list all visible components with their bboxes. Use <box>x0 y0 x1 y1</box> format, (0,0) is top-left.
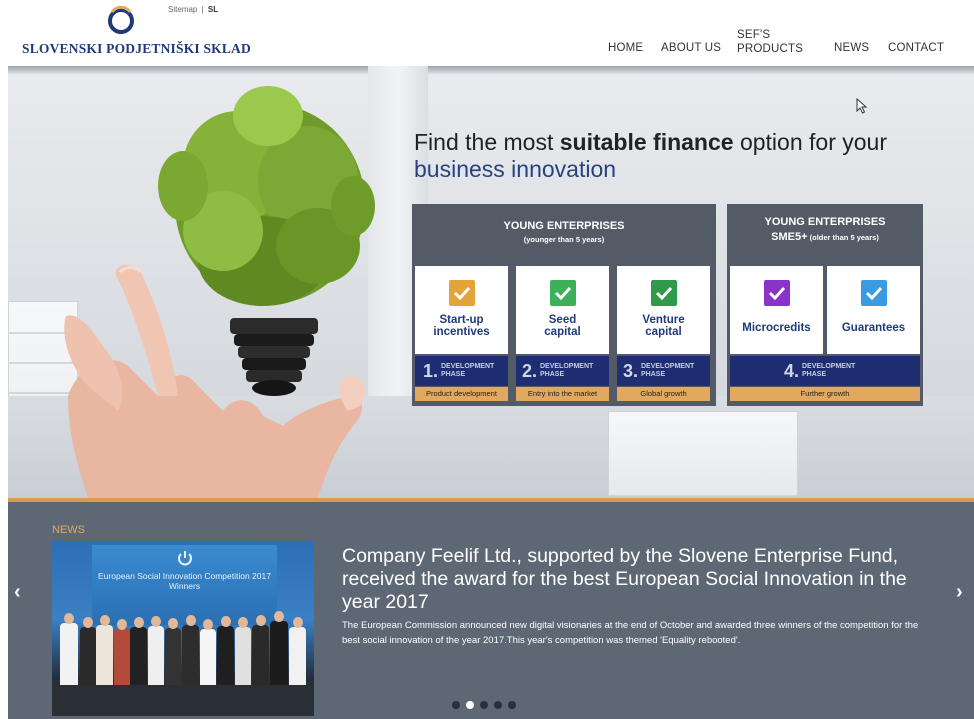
checkbox-icon <box>651 280 677 306</box>
sitemap-link[interactable]: Sitemap <box>168 5 197 14</box>
phase-label: DEVELOPMENT PHASE <box>641 363 695 378</box>
news-body: The European Commission announced new di… <box>342 620 919 646</box>
phase-number: 4. <box>784 361 800 381</box>
hand-illustration <box>64 264 365 498</box>
power-icon <box>178 551 192 566</box>
bulb-base-illustration <box>230 318 318 396</box>
group1-heading: YOUNG ENTERPRISES <box>503 220 625 232</box>
hero-title-part1: Find the most <box>414 129 560 155</box>
carousel-dot[interactable] <box>480 701 488 709</box>
hero-title-bold: suitable finance <box>559 129 734 155</box>
nav-contact[interactable]: CONTACT <box>888 42 944 54</box>
photo-stage-floor <box>52 681 314 716</box>
young-enterprises-group: YOUNG ENTERPRISES (younger than 5 years)… <box>412 204 716 406</box>
utility-separator: | <box>201 5 204 14</box>
mouse-cursor-icon <box>856 98 868 114</box>
card-venture-capital[interactable]: Venture capital <box>617 266 710 354</box>
site-header: SLOVENSKI PODJETNIŠKI SKLAD Sitemap | SL… <box>0 0 974 66</box>
nav-sefs-products-line1: SEF'S <box>737 29 771 41</box>
checkbox-icon <box>550 280 576 306</box>
news-carousel: NEWS European Social Innovation Competit… <box>8 502 974 719</box>
phase-3: 3. DEVELOPMENT PHASE <box>617 356 710 386</box>
carousel-next-arrow-icon[interactable]: › <box>956 581 963 604</box>
phase-label: DEVELOPMENT PHASE <box>441 363 495 378</box>
group2-title: YOUNG ENTERPRISES SME5+ (older than 5 ye… <box>727 216 923 244</box>
card-label: Guarantees <box>841 322 906 334</box>
background-doorway <box>608 411 798 496</box>
hero-title-line1: Find the most suitable finance option fo… <box>414 129 887 156</box>
stage-entry-into-market: Entry into the market <box>516 387 609 401</box>
group2-subtitle: SME5+ (older than 5 years) <box>771 231 879 243</box>
group1-subtitle: (younger than 5 years) <box>523 235 605 244</box>
card-label: Venture capital <box>642 314 685 338</box>
stage-further-growth: Further growth <box>730 387 920 401</box>
hero-title: Find the most suitable finance option fo… <box>414 129 887 183</box>
card-microcredits[interactable]: Microcredits <box>730 266 823 354</box>
checkbox-icon <box>449 280 475 306</box>
phase-1: 1. DEVELOPMENT PHASE <box>415 356 508 386</box>
utility-links: Sitemap | SL <box>168 5 218 14</box>
phase-label: DEVELOPMENT PHASE <box>802 363 856 378</box>
phase-2: 2. DEVELOPMENT PHASE <box>516 356 609 386</box>
nav-about-us[interactable]: ABOUT US <box>661 42 721 54</box>
card-label: Start-up incentives <box>433 314 490 338</box>
phase-label: DEVELOPMENT PHASE <box>540 363 594 378</box>
foliage-illustration <box>158 86 375 306</box>
hand-bulb-illustration <box>64 86 375 498</box>
logo-icon[interactable] <box>108 6 134 34</box>
card-label: Seed capital <box>544 314 581 338</box>
card-start-up-incentives[interactable]: Start-up incentives <box>415 266 508 354</box>
carousel-prev-arrow-icon[interactable]: ‹ <box>14 581 21 604</box>
phase-number: 2. <box>522 361 538 381</box>
carousel-dot[interactable] <box>494 701 502 709</box>
carousel-pagination <box>452 696 522 709</box>
photo-projection-screen: European Social Innovation Competition 2… <box>92 545 277 625</box>
stage-product-development: Product development <box>415 387 508 401</box>
card-guarantees[interactable]: Guarantees <box>827 266 920 354</box>
news-section-label: NEWS <box>52 524 85 536</box>
phase-number: 1. <box>423 361 439 381</box>
hero-banner: Find the most suitable finance option fo… <box>8 66 974 498</box>
page: SLOVENSKI PODJETNIŠKI SKLAD Sitemap | SL… <box>0 0 974 719</box>
group2-heading: YOUNG ENTERPRISES <box>764 216 886 228</box>
nav-sefs-products[interactable]: SEF'S PRODUCTS <box>737 28 803 56</box>
card-label: Microcredits <box>742 322 811 334</box>
photo-screen-caption: European Social Innovation Competition 2… <box>98 571 271 591</box>
carousel-dot[interactable] <box>508 701 516 709</box>
nav-home[interactable]: HOME <box>608 42 643 54</box>
card-seed-capital[interactable]: Seed capital <box>516 266 609 354</box>
logo-text[interactable]: SLOVENSKI PODJETNIŠKI SKLAD <box>22 41 251 57</box>
carousel-dot[interactable] <box>452 701 460 709</box>
hero-title-part2: option for your <box>733 129 887 155</box>
nav-news[interactable]: NEWS <box>834 42 869 54</box>
phase-number: 3. <box>623 361 639 381</box>
checkbox-icon <box>764 280 790 306</box>
hero-title-line2: business innovation <box>414 156 617 182</box>
nav-sefs-products-line2: PRODUCTS <box>737 43 804 55</box>
checkbox-icon <box>861 280 887 306</box>
news-photo[interactable]: European Social Innovation Competition 2… <box>52 541 314 716</box>
stage-global-growth: Global growth <box>617 387 710 401</box>
news-headline[interactable]: Company Feelif Ltd., supported by the Sl… <box>342 545 942 614</box>
group1-title: YOUNG ENTERPRISES (younger than 5 years) <box>412 220 716 246</box>
phase-4: 4. DEVELOPMENT PHASE <box>730 356 920 386</box>
carousel-dot[interactable] <box>466 701 474 709</box>
language-switch[interactable]: SL <box>208 5 218 14</box>
sme5-group: YOUNG ENTERPRISES SME5+ (older than 5 ye… <box>727 204 923 406</box>
